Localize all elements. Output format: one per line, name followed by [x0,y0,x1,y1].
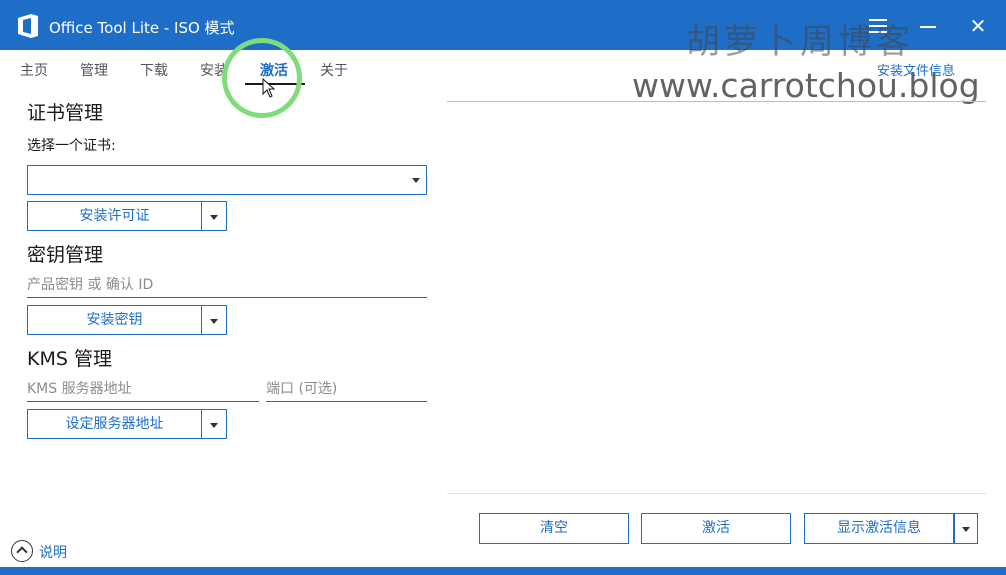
product-key-input[interactable] [27,272,427,298]
window-title: Office Tool Lite - ISO 模式 [49,19,235,37]
show-activation-info-dropdown[interactable] [954,513,978,544]
kms-port-input[interactable] [266,376,427,402]
chevron-down-icon [210,423,218,428]
close-button[interactable]: ✕ [958,10,998,42]
install-license-dropdown[interactable] [202,201,227,231]
kms-section-title: KMS 管理 [27,348,112,370]
install-key-button[interactable]: 安装密钥 [27,305,202,335]
show-activation-info-button[interactable]: 显示激活信息 [804,513,954,544]
chevron-down-icon [210,319,218,324]
output-panel-bottom-divider [447,493,986,494]
close-icon: ✕ [969,14,987,38]
certificate-select-label: 选择一个证书: [27,138,116,154]
chevron-down-icon [210,215,218,220]
install-license-button[interactable]: 安装许可证 [27,201,202,231]
set-server-dropdown[interactable] [202,409,227,439]
chevron-down-icon [962,527,970,532]
certificate-section-title: 证书管理 [27,102,104,124]
tab-manage[interactable]: 管理 [80,60,108,80]
set-server-button[interactable]: 设定服务器地址 [27,409,202,439]
file-info-link[interactable]: 安装文件信息 [877,60,955,79]
window-bottom-frame [0,567,1006,575]
help-label: 说明 [39,545,67,561]
tab-home[interactable]: 主页 [20,60,48,80]
minimize-icon [920,26,936,28]
clear-button[interactable]: 清空 [479,513,629,544]
mouse-cursor-icon [262,78,276,98]
key-section-title: 密钥管理 [27,244,104,266]
output-panel-top-divider [447,101,986,102]
install-key-dropdown[interactable] [202,305,227,335]
chevron-down-icon [412,178,420,183]
kms-server-input[interactable] [27,376,259,402]
tab-about[interactable]: 关于 [320,60,348,80]
watermark-title: 胡萝卜周博客 [686,22,914,62]
certificate-select[interactable] [27,165,427,195]
minimize-button[interactable] [908,10,948,42]
office-icon [18,14,38,38]
tab-download[interactable]: 下载 [140,60,168,80]
chevron-up-circle-icon [11,540,33,562]
activate-button[interactable]: 激活 [641,513,791,544]
